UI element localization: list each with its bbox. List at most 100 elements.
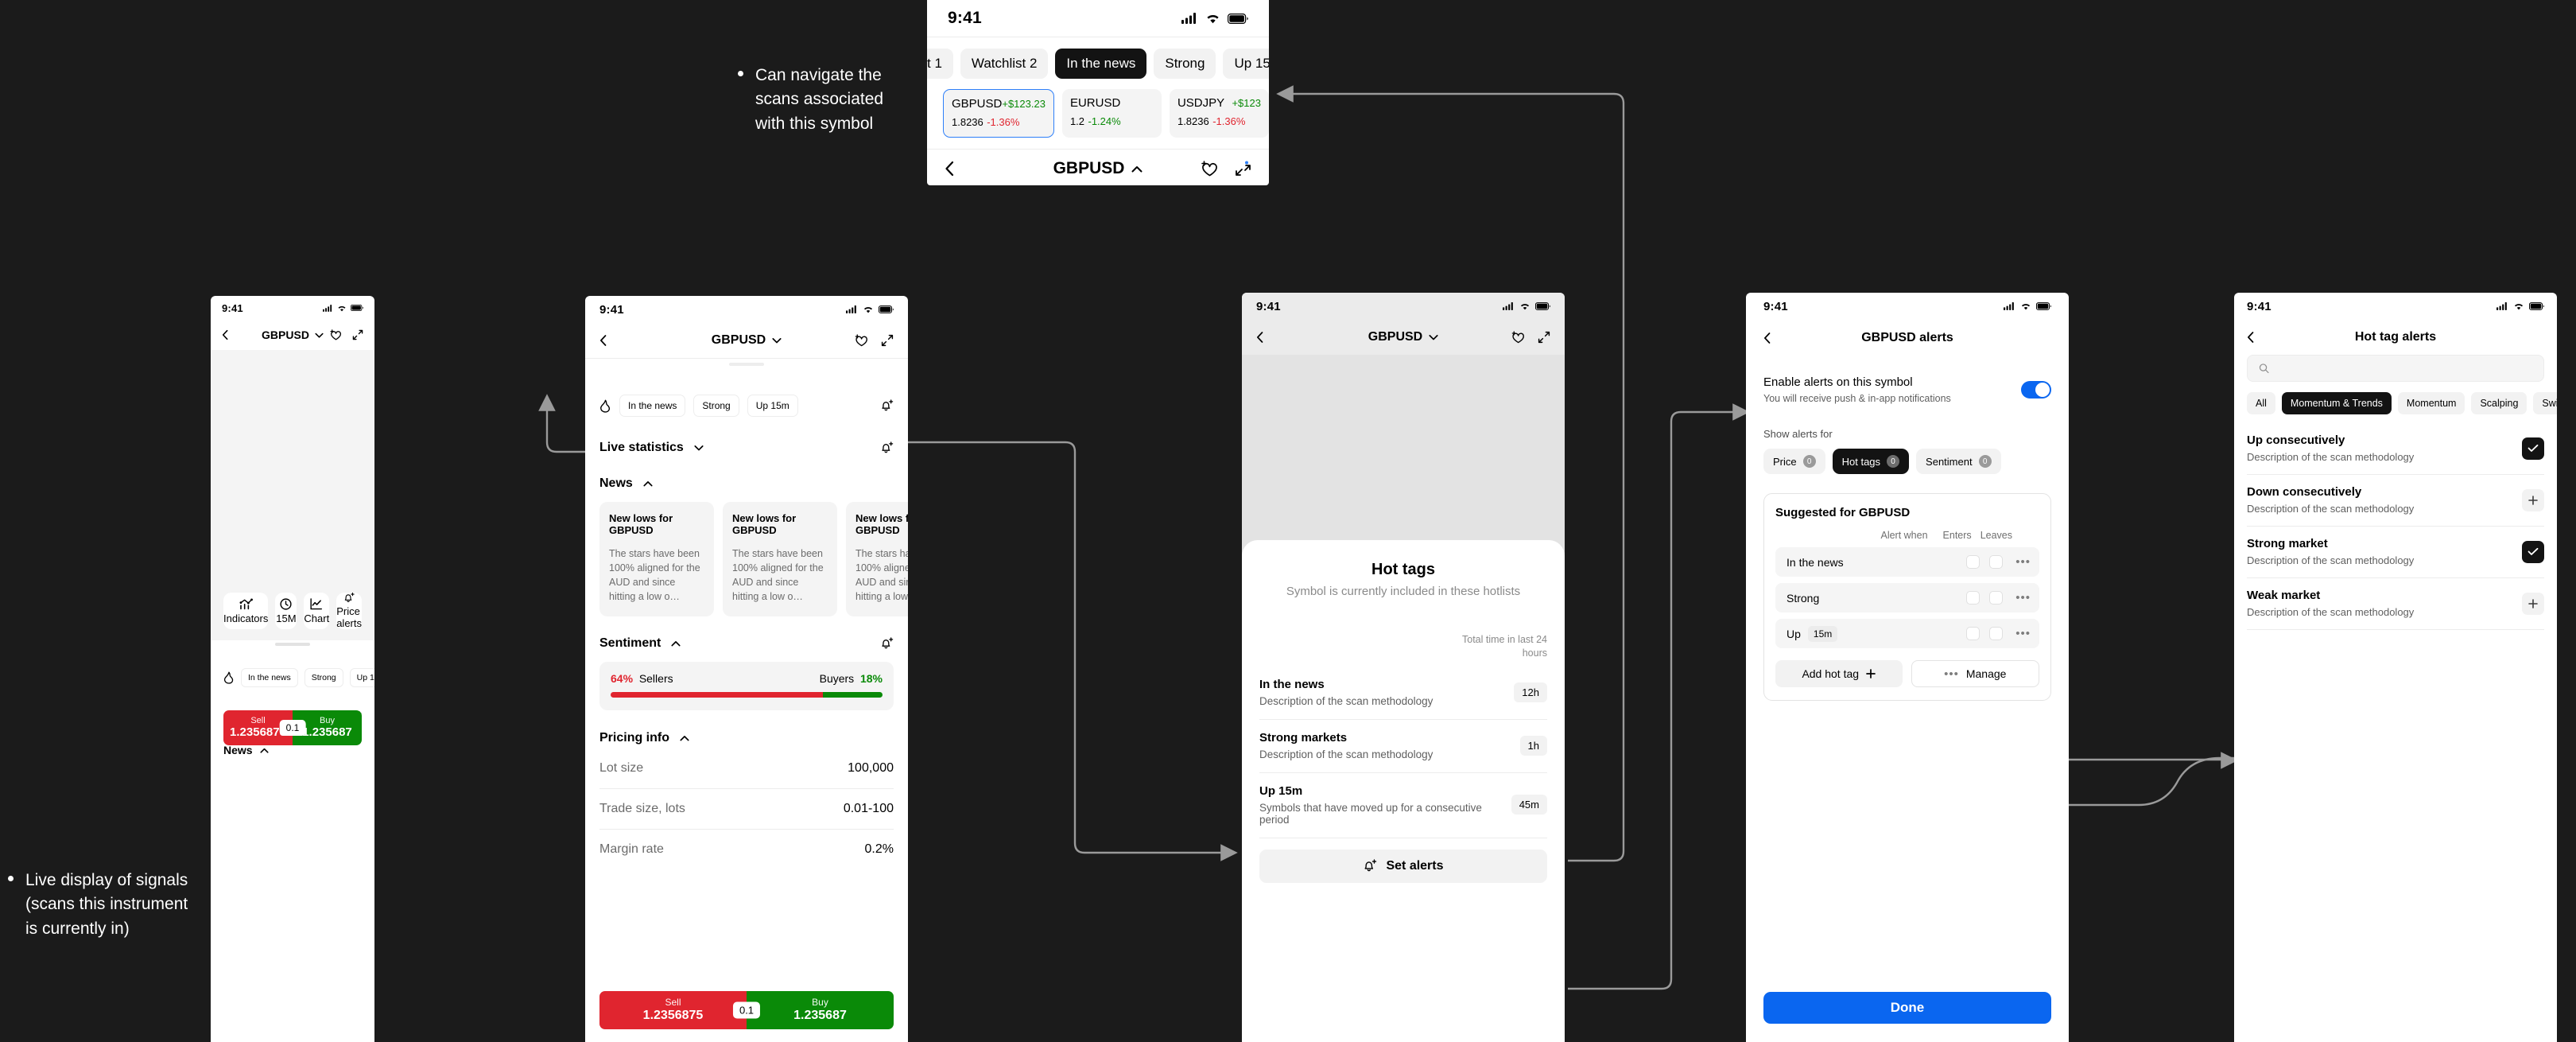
back-icon[interactable] [1763, 332, 1771, 344]
chip-scalping[interactable]: Scalping [2471, 392, 2528, 414]
sheet-grabber[interactable] [729, 363, 764, 366]
enters-checkbox[interactable] [1966, 627, 1980, 640]
chevron-up-icon [260, 748, 269, 753]
sentiment-bell-icon[interactable] [880, 636, 894, 650]
set-alerts-button[interactable]: Set alerts [1259, 849, 1547, 883]
hot-tag-row[interactable]: Strong markets Description of the scan m… [1242, 720, 1565, 772]
watchlist-tab-1[interactable]: Watchlist 2 [960, 49, 1049, 79]
done-button[interactable]: Done [1763, 992, 2051, 1024]
hot-tag-row[interactable]: Up 15m Symbols that have moved up for a … [1242, 773, 1565, 838]
sell-price: 1.2356875 [230, 725, 286, 740]
status-time: 9:41 [948, 9, 982, 27]
leaves-checkbox[interactable] [1989, 627, 2004, 640]
back-icon[interactable] [2247, 331, 2254, 344]
quote-card-usdjpy[interactable]: USDJPY +$123 1.8236 -1.36% [1169, 89, 1269, 138]
live-stats-bell-icon[interactable] [880, 441, 894, 454]
section-sentiment[interactable]: Sentiment [585, 616, 908, 662]
scan-selected-checkmark-icon[interactable] [2522, 540, 2544, 563]
signal-tag-0[interactable]: In the news [619, 395, 686, 417]
page-title: Hot tag alerts [2354, 330, 2437, 344]
status-icons [1181, 13, 1248, 24]
expand-icon[interactable] [1538, 331, 1550, 344]
signal-tag-2[interactable]: Up 15m [349, 668, 374, 687]
watchlist-tab-0[interactable]: t 1 [927, 49, 953, 79]
lot-size-chip[interactable]: 0.1 [732, 1001, 761, 1019]
news-headline: New lows for GBPUSD [609, 512, 673, 536]
signal-tag-0[interactable]: In the news [241, 668, 298, 687]
leaves-checkbox[interactable] [1989, 555, 2004, 569]
back-icon[interactable] [945, 161, 954, 177]
add-favorite-icon[interactable] [329, 329, 341, 340]
search-input[interactable] [2277, 362, 2532, 375]
scan-add-plus-icon[interactable] [2522, 592, 2544, 615]
sell-button[interactable]: Sell 1.2356875 [599, 991, 747, 1029]
row-overflow-icon[interactable]: ••• [2012, 627, 2031, 640]
signal-alerts-bell-icon[interactable] [880, 399, 894, 412]
news-card-list[interactable]: New lows for GBPUSD The stars have been … [585, 502, 908, 616]
chip-momentum-trends[interactable]: Momentum & Trends [2281, 392, 2392, 414]
scan-add-plus-icon[interactable] [2522, 488, 2544, 511]
signal-tag-2[interactable]: Up 15m [747, 395, 798, 417]
toolbar-item-price-alerts[interactable]: Price alerts [336, 593, 362, 629]
pricing-value: 0.01-100 [843, 801, 894, 815]
chip-swing[interactable]: Swing [2533, 392, 2557, 414]
expand-icon[interactable] [881, 334, 894, 347]
signal-tag-1[interactable]: Strong [693, 395, 739, 417]
suggested-row[interactable]: Strong ••• [1775, 583, 2039, 612]
hot-tag-row[interactable]: In the news Description of the scan meth… [1242, 667, 1565, 719]
enters-checkbox[interactable] [1966, 591, 1980, 605]
watchlist-tab-3[interactable]: Strong [1154, 49, 1216, 79]
chart-canvas[interactable] [211, 350, 374, 593]
annotation-note-scans: Can navigate the scans associated with t… [738, 64, 909, 136]
lot-size-chip[interactable]: 0.1 [279, 720, 306, 736]
scan-row[interactable]: Up consecutively Description of the scan… [2234, 423, 2557, 474]
back-icon[interactable] [1256, 331, 1263, 344]
add-favorite-icon[interactable] [1200, 161, 1217, 177]
enters-checkbox[interactable] [1966, 555, 1980, 569]
add-hot-tag-button[interactable]: Add hot tag [1775, 660, 1903, 687]
filter-chip-hot-tags[interactable]: Hot tags 0 [1832, 449, 1910, 474]
watchlist-tab-2[interactable]: In the news [1055, 49, 1147, 79]
suggested-row[interactable]: In the news ••• [1775, 547, 2039, 577]
back-icon[interactable] [599, 334, 607, 347]
leaves-checkbox[interactable] [1989, 591, 2004, 605]
enable-alerts-toggle[interactable] [2021, 381, 2051, 399]
dimmed-backdrop: 9:41 GBPUSD [1242, 293, 1565, 355]
toolbar-item-indicators[interactable]: Indicators [223, 593, 269, 629]
trade-bar-wrap: Sell 1.2356875 Buy 1.235687 0.1 [585, 991, 908, 1029]
filter-chip-sentiment[interactable]: Sentiment 0 [1916, 449, 2001, 474]
scan-row[interactable]: Down consecutively Description of the sc… [2234, 475, 2557, 526]
scan-row[interactable]: Strong market Description of the scan me… [2234, 527, 2557, 577]
quote-card-eurusd[interactable]: EURUSD 1.2 -1.24% [1061, 89, 1162, 138]
watchlist-tab-4[interactable]: Up 15m [1223, 49, 1269, 79]
manage-button[interactable]: ••• Manage [1911, 660, 2039, 687]
expand-icon[interactable] [352, 329, 363, 340]
filter-chip-price[interactable]: Price 0 [1763, 449, 1825, 474]
row-overflow-icon[interactable]: ••• [2012, 591, 2031, 605]
toolbar-item-timeframe[interactable]: 15M [275, 593, 297, 629]
chip-all[interactable]: All [2247, 392, 2275, 414]
add-favorite-icon[interactable] [1511, 331, 1524, 344]
toolbar-item-chart[interactable]: Chart [304, 593, 330, 629]
chart-icon [310, 597, 323, 609]
add-favorite-icon[interactable] [854, 334, 867, 347]
status-icons [846, 305, 894, 313]
back-icon[interactable] [222, 329, 228, 340]
news-card[interactable]: New lows for GBPUSD The stars have been … [723, 502, 837, 616]
row-overflow-icon[interactable]: ••• [2012, 555, 2031, 569]
section-pricing-info[interactable]: Pricing info [585, 710, 908, 748]
suggested-row[interactable]: Up 15m ••• [1775, 619, 2039, 648]
collapse-icon[interactable] [1235, 161, 1251, 177]
signal-tag-1[interactable]: Strong [304, 668, 343, 687]
scan-description: Description of the scan methodology [2247, 451, 2415, 463]
search-field[interactable] [2247, 355, 2544, 382]
news-card[interactable]: New lows for GBPUSD The stars have been … [599, 502, 714, 616]
scan-selected-checkmark-icon[interactable] [2522, 437, 2544, 460]
scan-row[interactable]: Weak market Description of the scan meth… [2234, 578, 2557, 629]
section-news[interactable]: News [585, 455, 908, 502]
news-card[interactable]: New lows for GBPUSD The stars have been … [846, 502, 908, 616]
section-live-statistics[interactable]: Live statistics [585, 417, 908, 455]
buy-button[interactable]: Buy 1.235687 [747, 991, 894, 1029]
chip-momentum[interactable]: Momentum [2397, 392, 2465, 414]
quote-card-gbpusd[interactable]: GBPUSD +$123.23 1.8236 -1.36% [943, 89, 1054, 138]
